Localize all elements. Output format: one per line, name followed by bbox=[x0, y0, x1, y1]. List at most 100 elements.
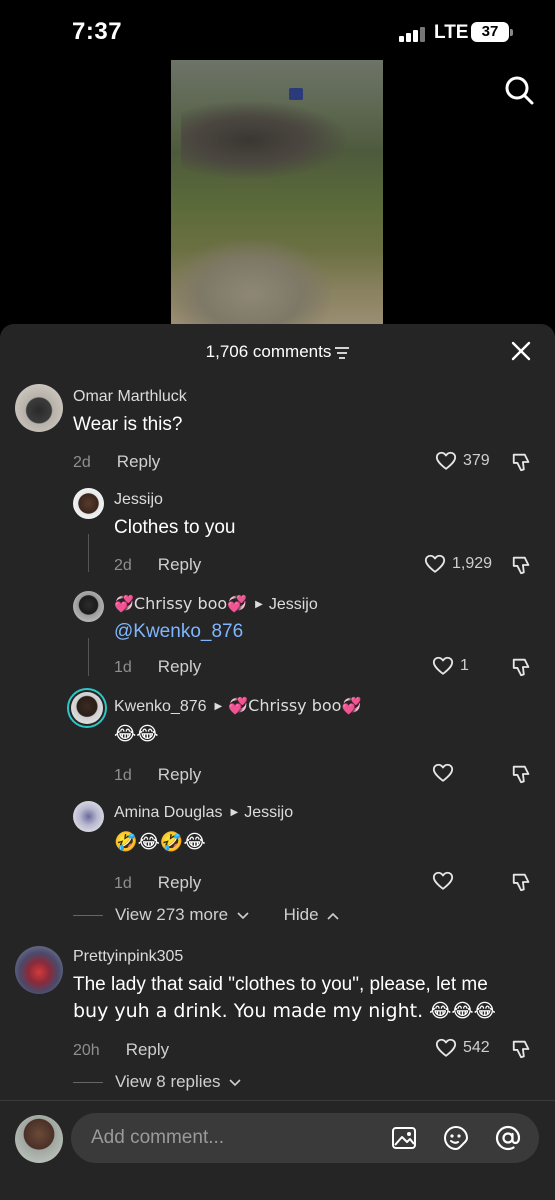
reply-target[interactable]: Jessijo bbox=[269, 596, 318, 613]
filter-icon[interactable] bbox=[335, 346, 350, 359]
view-more-row: View 273 more Hide bbox=[73, 905, 339, 925]
comment-count[interactable]: 1,706 comments bbox=[0, 342, 555, 362]
chevron-up-icon bbox=[327, 912, 339, 920]
comment-username[interactable]: Jessijo bbox=[114, 491, 163, 509]
like-button[interactable]: 1 bbox=[432, 655, 469, 677]
like-count: 1 bbox=[460, 657, 469, 674]
comment-input-container[interactable] bbox=[71, 1113, 539, 1163]
reply-button[interactable]: Reply bbox=[158, 555, 201, 574]
thread-line bbox=[88, 638, 89, 676]
sheet-header: 1,706 comments bbox=[0, 324, 555, 378]
dislike-icon[interactable] bbox=[511, 871, 533, 893]
comment-meta: 20h Reply bbox=[73, 1040, 169, 1060]
comment-text: 😂😂 bbox=[114, 723, 159, 745]
comment-composer bbox=[0, 1100, 555, 1200]
comment-time: 1d bbox=[114, 767, 132, 784]
network-label: LTE bbox=[434, 22, 469, 43]
reply-item: 💞Chrissy boo💞 ▶ Jessijo @Kwenko_876 1d Repl… bbox=[0, 588, 555, 688]
signal-icon bbox=[399, 26, 427, 42]
comment-username: 💞Chrissy boo💞 ▶ Jessijo bbox=[114, 594, 318, 614]
heart-icon bbox=[432, 871, 454, 890]
reply-item: Amina Douglas ▶ Jessijo 🤣😂🤣😂 1d Reply bbox=[0, 798, 555, 898]
comment-text-line: buy yuh a drink. You made my night. 😂😂😂 bbox=[73, 1000, 496, 1022]
comment-author[interactable]: 💞Chrissy boo💞 bbox=[114, 594, 247, 613]
like-button[interactable]: 379 bbox=[435, 450, 490, 472]
reply-target[interactable]: Jessijo bbox=[244, 804, 293, 821]
comment-username: Amina Douglas ▶ Jessijo bbox=[114, 804, 293, 822]
comment-username[interactable]: Omar Marthluck bbox=[73, 388, 187, 406]
emoji-icon[interactable] bbox=[443, 1125, 469, 1151]
comment-input[interactable] bbox=[91, 1113, 371, 1163]
divider bbox=[73, 915, 103, 917]
comment-username[interactable]: Prettyinpink305 bbox=[73, 948, 183, 966]
image-icon[interactable] bbox=[391, 1125, 417, 1151]
comment-meta: 1d Reply bbox=[114, 765, 201, 785]
chevron-down-icon bbox=[229, 1078, 241, 1086]
dislike-icon[interactable] bbox=[511, 451, 533, 473]
avatar[interactable] bbox=[73, 591, 104, 622]
heart-icon bbox=[432, 763, 454, 782]
like-count: 542 bbox=[463, 1039, 490, 1056]
heart-icon bbox=[432, 656, 454, 675]
like-button[interactable]: 1,929 bbox=[424, 553, 492, 575]
dislike-icon[interactable] bbox=[511, 763, 533, 785]
status-time: 7:37 bbox=[72, 18, 123, 45]
at-icon[interactable] bbox=[495, 1125, 521, 1151]
comment-time: 20h bbox=[73, 1042, 100, 1059]
reply-button[interactable]: Reply bbox=[126, 1040, 169, 1059]
reply-item: Jessijo Clothes to you 2d Reply 1,929 bbox=[0, 484, 555, 584]
like-button[interactable] bbox=[432, 870, 454, 892]
view-more-button[interactable]: View 273 more bbox=[115, 905, 228, 924]
reply-button[interactable]: Reply bbox=[158, 873, 201, 892]
heart-icon bbox=[424, 554, 446, 573]
comment-author[interactable]: Amina Douglas bbox=[114, 804, 223, 821]
dislike-icon[interactable] bbox=[511, 1038, 533, 1060]
battery-level: 37 bbox=[481, 23, 499, 40]
heart-icon bbox=[435, 1038, 457, 1057]
comment-meta: 2d Reply bbox=[114, 555, 201, 575]
comment-author[interactable]: Kwenko_876 bbox=[114, 698, 207, 715]
dislike-icon[interactable] bbox=[511, 554, 533, 576]
comment-time: 2d bbox=[114, 557, 132, 574]
comment-time: 1d bbox=[114, 875, 132, 892]
like-count: 1,929 bbox=[452, 555, 493, 572]
comment-item: Prettyinpink305 The lady that said "clot… bbox=[0, 942, 555, 1072]
view-replies-button[interactable]: View 8 replies bbox=[115, 1072, 221, 1091]
status-bar: 7:37 LTE 37 bbox=[0, 0, 555, 64]
avatar[interactable] bbox=[73, 801, 104, 832]
close-icon[interactable] bbox=[510, 340, 532, 362]
dislike-icon[interactable] bbox=[511, 656, 533, 678]
reply-arrow-icon: ▶ bbox=[230, 807, 239, 818]
reply-button[interactable]: Reply bbox=[158, 657, 201, 676]
like-button[interactable]: 542 bbox=[435, 1037, 490, 1059]
reply-target[interactable]: 💞Chrissy boo💞 bbox=[228, 696, 361, 715]
reply-button[interactable]: Reply bbox=[158, 765, 201, 784]
comment-time: 2d bbox=[73, 454, 91, 471]
comment-text: 🤣😂🤣😂 bbox=[114, 831, 206, 853]
video-preview[interactable] bbox=[171, 60, 383, 324]
reply-arrow-icon: ▶ bbox=[214, 701, 223, 712]
search-icon[interactable] bbox=[503, 74, 535, 106]
reply-button[interactable]: Reply bbox=[117, 452, 160, 471]
comment-item: Omar Marthluck Wear is this? 2d Reply 379 bbox=[0, 380, 555, 480]
hide-button[interactable]: Hide bbox=[284, 905, 319, 924]
comment-username: Kwenko_876 ▶ 💞Chrissy boo💞 bbox=[114, 696, 361, 716]
avatar[interactable] bbox=[67, 688, 107, 728]
avatar[interactable] bbox=[15, 946, 63, 994]
thread-line bbox=[88, 534, 89, 572]
view-replies-row: View 8 replies bbox=[73, 1072, 241, 1092]
like-button[interactable] bbox=[432, 762, 454, 784]
comment-text[interactable]: @Kwenko_876 bbox=[114, 618, 243, 645]
avatar[interactable] bbox=[15, 384, 63, 432]
like-count: 379 bbox=[463, 452, 490, 469]
reply-arrow-icon: ▶ bbox=[255, 599, 263, 610]
comment-meta: 2d Reply bbox=[73, 452, 160, 472]
heart-icon bbox=[435, 451, 457, 470]
reply-item: Kwenko_876 ▶ 💞Chrissy boo💞 😂😂 1d Reply bbox=[0, 688, 555, 792]
comment-text: Clothes to you bbox=[114, 517, 236, 538]
comment-text: Wear is this? bbox=[73, 414, 183, 435]
battery-icon: 37 bbox=[471, 22, 513, 42]
comment-time: 1d bbox=[114, 659, 132, 676]
avatar[interactable] bbox=[73, 488, 104, 519]
divider bbox=[73, 1082, 103, 1084]
